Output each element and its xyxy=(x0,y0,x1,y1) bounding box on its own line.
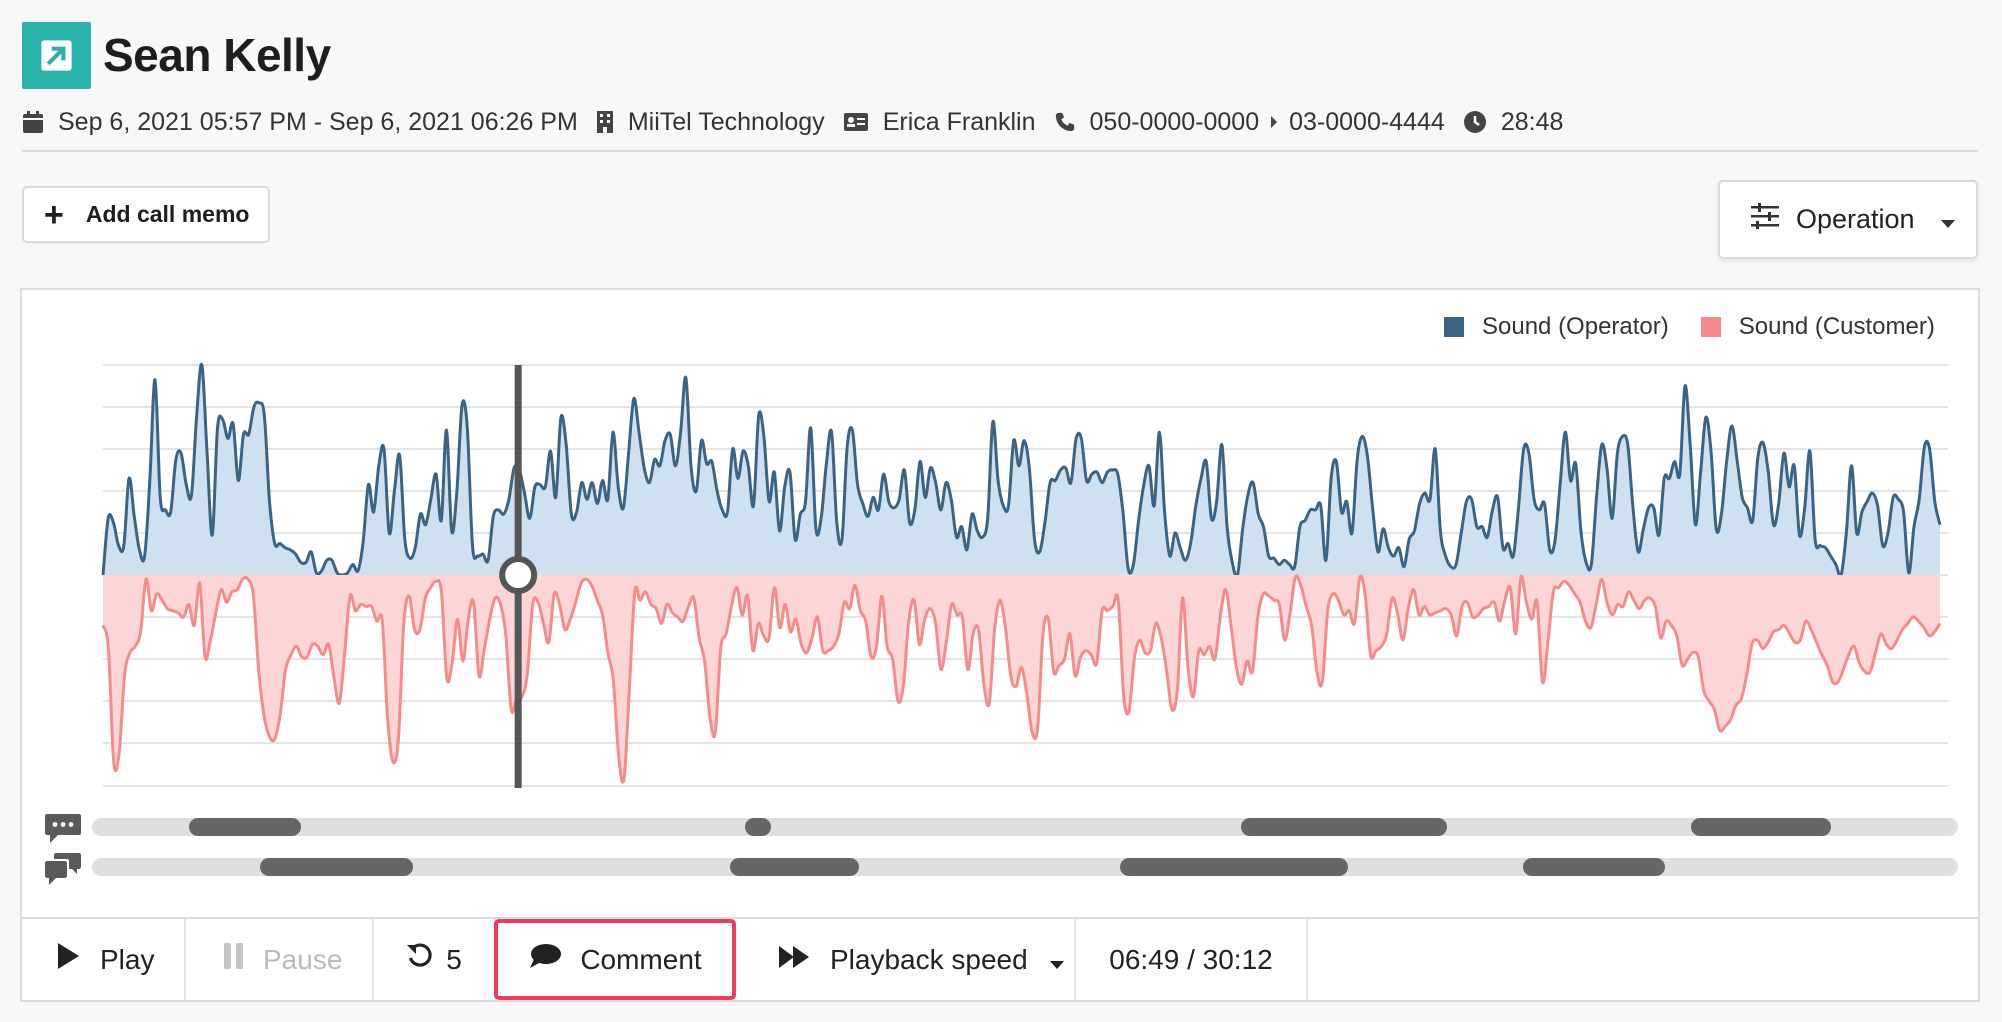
rotate-left-icon xyxy=(406,942,434,977)
play-label: Play xyxy=(100,943,155,975)
rewind-5-button[interactable]: 5 xyxy=(374,919,496,1000)
rewind-label: 5 xyxy=(446,943,462,975)
chevron-down-icon xyxy=(1049,944,1064,976)
talk-segment[interactable] xyxy=(259,858,413,876)
playback-time: 06:49 / 30:12 xyxy=(1076,919,1308,1000)
comments-icon xyxy=(44,852,82,891)
pause-button[interactable]: Pause xyxy=(186,919,374,1000)
playhead-handle[interactable] xyxy=(499,556,538,594)
playback-speed-label: Playback speed xyxy=(830,943,1028,975)
play-icon xyxy=(56,942,80,977)
playback-speed-dropdown[interactable]: Playback speed xyxy=(736,919,1076,1000)
talk-track[interactable] xyxy=(92,858,1958,876)
comment-segment[interactable] xyxy=(189,818,301,836)
talk-segment[interactable] xyxy=(1120,858,1348,876)
comment-track[interactable] xyxy=(92,818,1958,836)
comment-button[interactable]: Comment xyxy=(494,919,736,1000)
pause-icon xyxy=(223,942,245,977)
comment-segment[interactable] xyxy=(1691,818,1832,836)
fast-forward-icon xyxy=(778,944,810,976)
comment-segment[interactable] xyxy=(1241,818,1447,836)
talk-segment[interactable] xyxy=(1523,858,1666,876)
waveform-area-customer xyxy=(103,575,1940,783)
play-button[interactable]: Play xyxy=(22,919,186,1000)
comment-label: Comment xyxy=(580,943,702,975)
talk-segment[interactable] xyxy=(730,858,859,876)
comment-segment[interactable] xyxy=(745,818,772,836)
pause-label: Pause xyxy=(263,943,343,975)
comment-dots-icon xyxy=(44,812,82,851)
player-controls: Play Pause 5 Comment Playback speed 06:4… xyxy=(22,917,1978,1000)
comment-icon xyxy=(528,942,562,977)
